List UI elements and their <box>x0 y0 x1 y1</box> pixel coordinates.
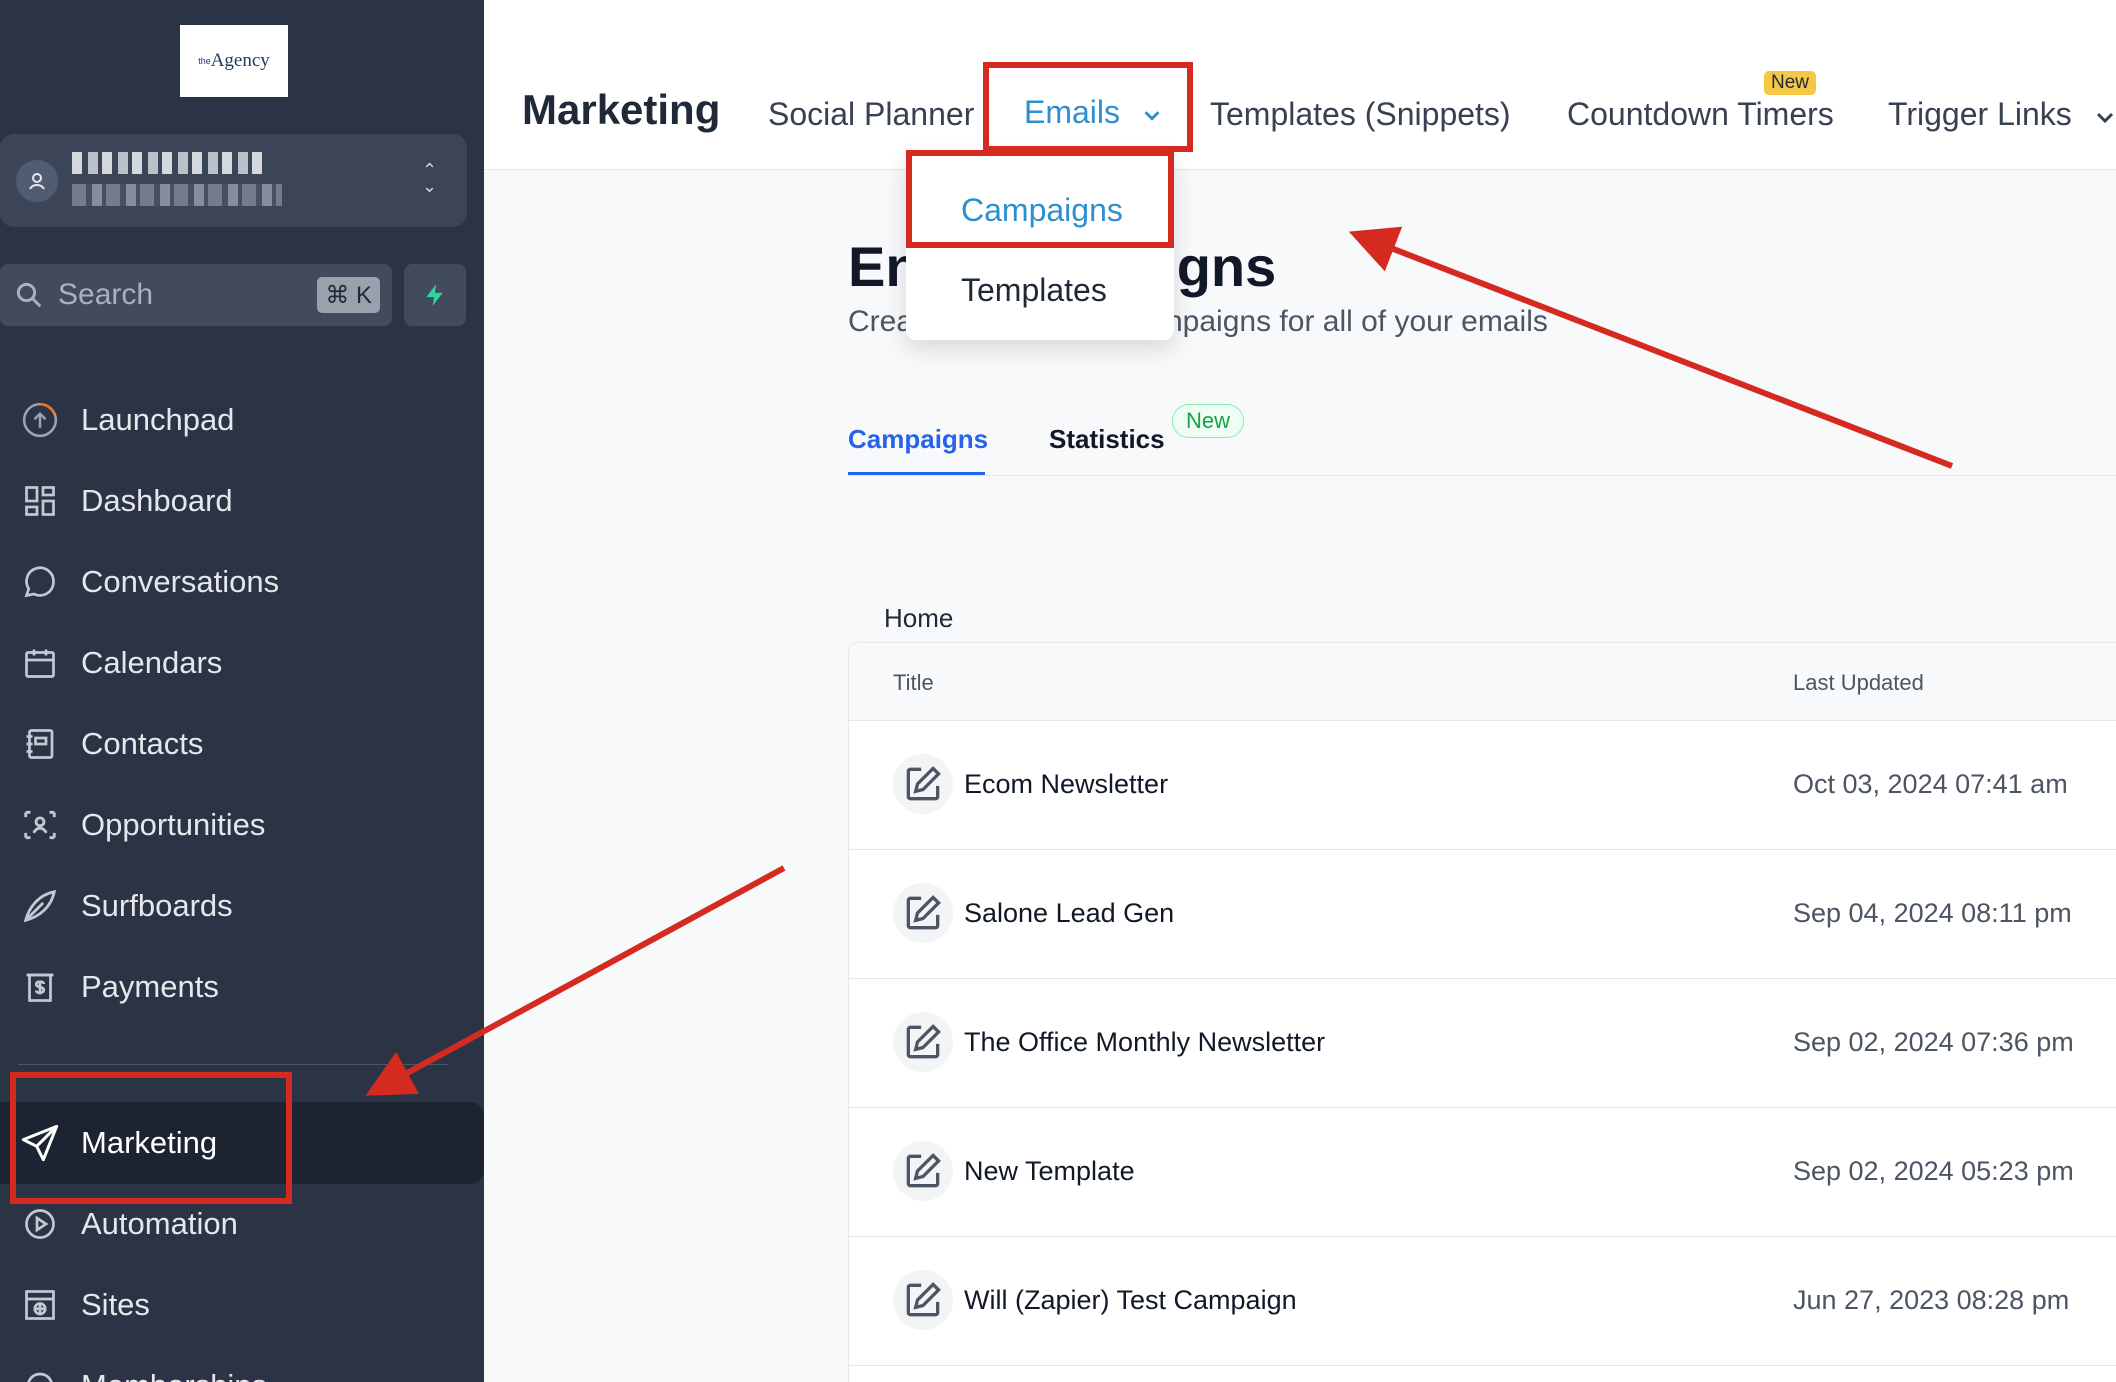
row-title[interactable]: Ecom Newsletter <box>964 769 1168 800</box>
page-subheading-left: Crea <box>848 305 914 338</box>
edit-icon <box>893 883 953 943</box>
sites-icon <box>20 1285 60 1325</box>
automation-icon <box>20 1204 60 1244</box>
dashboard-icon <box>20 481 60 521</box>
table-row[interactable]: New Template Sep 02, 2024 05:23 pm <box>849 1108 2116 1237</box>
sidebar-item-sites[interactable]: Sites <box>0 1265 484 1345</box>
edit-icon <box>893 754 953 814</box>
calendar-icon <box>20 643 60 683</box>
highlight-emails-tab <box>983 62 1193 152</box>
launchpad-icon <box>20 400 60 440</box>
campaigns-table: Title Last Updated Ecom Newsletter Oct 0… <box>848 642 2116 1382</box>
highlight-campaigns-item <box>906 150 1174 248</box>
top-navigation: Marketing Social Planner Emails Template… <box>484 0 2116 170</box>
sidebar-item-label: Automation <box>81 1206 238 1241</box>
page-subheading-right: npaigns for all of your emails <box>1166 305 1548 338</box>
row-title[interactable]: Will (Zapier) Test Campaign <box>964 1285 1297 1316</box>
sidebar-item-label: Dashboard <box>81 483 233 518</box>
sidebar-item-surfboards[interactable]: Surfboards <box>0 866 484 946</box>
edit-icon <box>893 1141 953 1201</box>
sidebar-item-payments[interactable]: Payments <box>0 947 484 1027</box>
sidebar-item-label: Memberships <box>81 1368 267 1382</box>
tab-trigger-links-label: Trigger Links <box>1888 96 2072 132</box>
sidebar-item-calendars[interactable]: Calendars <box>0 623 484 703</box>
chevron-down-icon <box>2096 112 2113 123</box>
sidebar-item-conversations[interactable]: Conversations <box>0 542 484 622</box>
edit-icon <box>893 1270 953 1330</box>
sidebar-item-label: Calendars <box>81 645 223 680</box>
row-last-updated: Jun 27, 2023 08:28 pm <box>1793 1285 2070 1315</box>
sidebar-item-label: Opportunities <box>81 807 266 842</box>
tab-countdown-timers[interactable]: Countdown Timers <box>1567 96 1834 133</box>
page-title: Marketing <box>522 86 721 133</box>
sidebar-item-dashboard[interactable]: Dashboard <box>0 461 484 541</box>
chat-icon <box>20 562 60 602</box>
sidebar-item-label: Payments <box>81 969 219 1004</box>
table-header: Title Last Updated <box>849 643 2116 721</box>
row-title[interactable]: New Template <box>964 1156 1135 1187</box>
sidebar-item-memberships[interactable]: Memberships <box>0 1346 484 1382</box>
logo-text: Agency <box>210 50 270 71</box>
row-last-updated: Sep 04, 2024 08:11 pm <box>1793 898 2072 928</box>
sidebar-item-label: Surfboards <box>81 888 233 923</box>
edit-icon <box>893 1012 953 1072</box>
surfboard-icon <box>20 886 60 926</box>
row-last-updated: Sep 02, 2024 07:36 pm <box>1793 1027 2074 1057</box>
bolt-icon <box>426 284 443 306</box>
payments-icon <box>20 967 60 1007</box>
highlight-marketing-item <box>10 1072 292 1204</box>
sidebar-divider <box>18 1064 448 1065</box>
row-title[interactable]: The Office Monthly Newsletter <box>964 1027 1325 1058</box>
breadcrumb[interactable]: Home <box>884 603 953 634</box>
statistics-new-badge: New <box>1172 404 1245 438</box>
location-icon <box>16 160 58 202</box>
sidebar-item-label: Sites <box>81 1287 150 1322</box>
subtab-campaigns[interactable]: Campaigns <box>848 424 988 455</box>
search-shortcut: ⌘ K <box>317 277 380 313</box>
table-row[interactable]: The Office Monthly Newsletter Sep 02, 20… <box>849 979 2116 1108</box>
row-title[interactable]: Salone Lead Gen <box>964 898 1174 929</box>
new-badge: New <box>1764 71 1817 95</box>
account-switcher[interactable]: ⌃ ⌄ <box>0 134 467 227</box>
column-title[interactable]: Title <box>893 670 934 696</box>
sidebar-item-label: Conversations <box>81 564 280 599</box>
account-subtitle-redacted <box>72 184 282 206</box>
chevron-updown-icon: ⌃ ⌄ <box>422 160 438 196</box>
dropdown-item-templates[interactable]: Templates <box>961 272 1107 309</box>
table-row[interactable]: Salone Lead Gen Sep 04, 2024 08:11 pm <box>849 850 2116 979</box>
sidebar-item-contacts[interactable]: Contacts <box>0 704 484 784</box>
table-row[interactable]: Will (Zapier) Test Campaign Jun 27, 2023… <box>849 1237 2116 1366</box>
tab-trigger-links[interactable]: Trigger Links <box>1888 96 2116 133</box>
subtab-statistics[interactable]: Statistics <box>1049 424 1165 455</box>
tab-social-planner[interactable]: Social Planner <box>768 96 974 133</box>
search-placeholder: Search <box>58 278 154 311</box>
table-row[interactable]: Ecom Newsletter Oct 03, 2024 07:41 am <box>849 721 2116 850</box>
account-name-redacted <box>72 152 262 174</box>
sidebar-item-launchpad[interactable]: Launchpad <box>0 380 484 460</box>
sidebar-item-opportunities[interactable]: Opportunities <box>0 785 484 865</box>
search-input[interactable]: Search ⌘ K <box>0 264 392 326</box>
row-last-updated: Sep 02, 2024 05:23 pm <box>1793 1156 2074 1186</box>
logo-prefix: the <box>198 56 211 66</box>
sidebar-item-label: Launchpad <box>81 402 235 437</box>
memberships-icon <box>20 1366 60 1382</box>
arrow-to-campaigns <box>1348 226 1954 469</box>
column-last-updated[interactable]: Last Updated <box>1793 670 1924 696</box>
search-icon <box>16 282 42 308</box>
subtabs-divider <box>848 475 2116 476</box>
contacts-icon <box>20 724 60 764</box>
tab-templates-snippets[interactable]: Templates (Snippets) <box>1210 96 1511 133</box>
active-subtab-indicator <box>848 472 985 475</box>
opportunities-icon <box>20 805 60 845</box>
quick-actions-button[interactable] <box>404 264 466 326</box>
agency-logo[interactable]: the Agency <box>180 25 288 97</box>
sidebar-item-label: Contacts <box>81 726 204 761</box>
row-last-updated: Oct 03, 2024 07:41 am <box>1793 769 2068 799</box>
